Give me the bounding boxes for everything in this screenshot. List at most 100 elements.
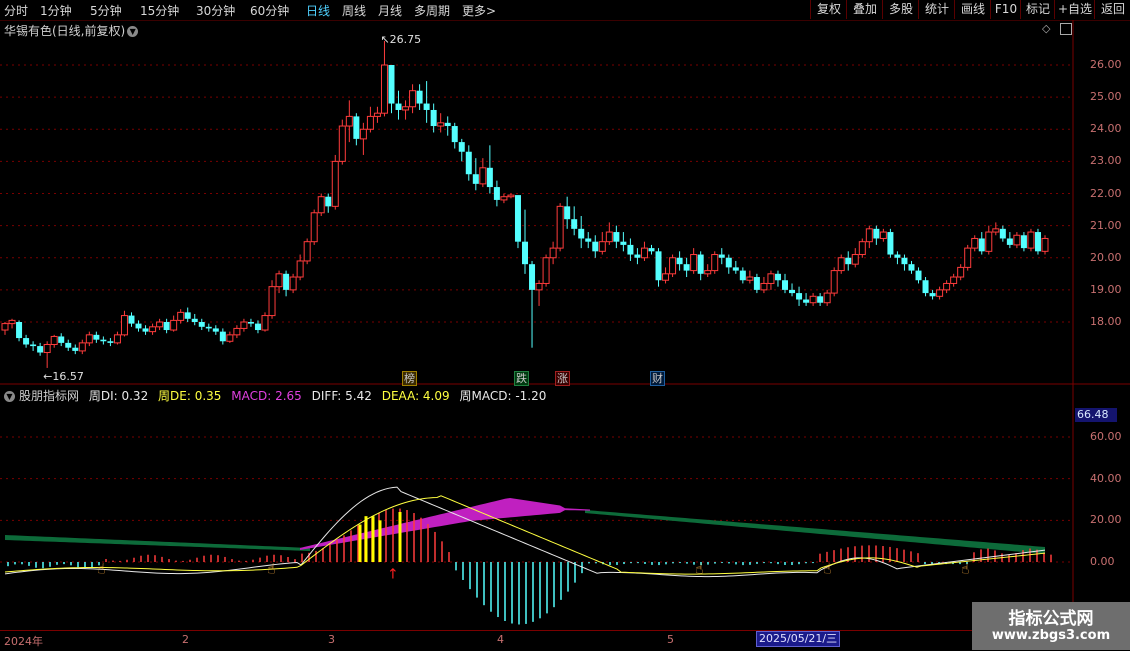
candle-body — [683, 264, 690, 271]
candle-body — [605, 231, 613, 243]
watermark: 指标公式网 www.zbgs3.com — [972, 602, 1130, 650]
indicator-chevron-icon[interactable]: ▼ — [4, 391, 15, 402]
indicator-current-value: 66.48 — [1075, 408, 1117, 422]
candle-body — [908, 264, 915, 271]
candle-body — [711, 254, 719, 272]
candle-body — [283, 273, 290, 290]
candle-body — [205, 326, 212, 329]
candle-body — [93, 334, 100, 340]
candle-body — [851, 254, 859, 265]
candlestick-chart[interactable]: ☝ ☝ ☝ ☝ ☝ ↑ — [0, 0, 1130, 650]
candle-body — [950, 276, 958, 284]
event-mark-text: 财 — [652, 372, 663, 385]
candle-body — [493, 187, 500, 200]
candle-body — [380, 64, 388, 114]
candle-body — [739, 270, 746, 281]
candle-body — [325, 196, 332, 207]
event-mark-text: 跌 — [516, 372, 527, 385]
macd-band-green-right — [585, 510, 1045, 554]
indicator-value-macd: MACD: 2.65 — [231, 389, 302, 403]
candle-body — [746, 276, 754, 281]
candle-body — [789, 289, 796, 294]
candle-body — [1, 323, 9, 331]
date-label: 5 — [667, 633, 674, 646]
candle-body — [817, 296, 824, 303]
candle-body — [465, 151, 472, 175]
event-mark-cai[interactable]: 财 — [650, 371, 665, 386]
indicator-name[interactable]: 股朋指标网 — [19, 389, 79, 403]
event-mark-die[interactable]: 跌 — [514, 371, 529, 386]
candle-body — [522, 241, 528, 265]
candle-body — [184, 312, 191, 319]
candle-body — [486, 167, 493, 188]
candle-body — [1013, 234, 1021, 246]
watermark-title: 指标公式网 — [1008, 609, 1094, 629]
candle-body — [514, 195, 521, 242]
candle-body — [395, 103, 402, 110]
price-tick-label: 23.00 — [1090, 154, 1122, 168]
candle-body — [135, 323, 142, 329]
event-mark-text: 榜 — [404, 372, 415, 385]
candle-body — [774, 273, 781, 281]
indicator-tick-label: 0.00 — [1090, 555, 1115, 568]
candle-body — [929, 293, 936, 297]
event-mark-bang[interactable]: 榜 — [402, 371, 417, 386]
candle-body — [142, 328, 149, 332]
candle-body — [479, 167, 487, 185]
candle-body — [1020, 235, 1027, 249]
event-mark-zhang[interactable]: 涨 — [555, 371, 570, 386]
indicator-value-zhoudi: 周DI: 0.32 — [88, 389, 149, 403]
candle-body — [796, 293, 803, 300]
candle-body — [500, 196, 508, 201]
candle-body — [887, 232, 894, 255]
candle-body — [1034, 232, 1041, 252]
candle-body — [529, 264, 536, 290]
candle-body — [809, 295, 817, 304]
candle-body — [704, 270, 712, 275]
high-price-label: ↖26.75 — [380, 33, 421, 46]
candle-body — [212, 328, 219, 332]
candle-body — [261, 315, 269, 331]
candle-body — [472, 174, 479, 184]
candle-body — [240, 321, 248, 329]
candle-body — [598, 241, 606, 252]
candle-body — [971, 237, 979, 249]
hand-pointer-icon: ☝ — [695, 561, 704, 577]
candle-body — [58, 336, 65, 343]
candle-body — [107, 341, 114, 343]
candle-body — [901, 257, 908, 265]
candle-body — [254, 323, 261, 331]
indicator-tick-label: 20.00 — [1090, 513, 1122, 527]
candle-body — [43, 343, 51, 354]
candle-body — [858, 241, 866, 256]
candle-body — [388, 65, 395, 104]
candle-body — [402, 106, 410, 111]
candle-body — [191, 318, 198, 322]
candle-body — [1006, 238, 1013, 245]
indicator-tick-label: 40.00 — [1090, 471, 1122, 485]
candle-body — [571, 219, 578, 229]
candle-body — [1027, 231, 1035, 249]
price-tick-label: 18.00 — [1090, 315, 1122, 328]
grid-layer — [0, 20, 1130, 650]
candle-body — [317, 196, 325, 214]
candle-body — [943, 282, 951, 291]
candle-body — [423, 103, 430, 110]
candle-body — [149, 326, 157, 333]
candle-body — [444, 122, 451, 127]
macd-band-green-left — [5, 535, 310, 551]
current-date-badge: 2025/05/21/三 — [756, 631, 841, 647]
candle-body — [549, 247, 557, 259]
candle-body — [85, 334, 93, 344]
indicator-value-zhoude: 周DE: 0.35 — [158, 389, 222, 403]
candle-body — [964, 247, 972, 268]
candle-body — [823, 292, 831, 304]
candle-body — [985, 231, 993, 252]
candle-body — [578, 228, 585, 239]
candle-body — [865, 228, 873, 243]
candle-body — [437, 122, 445, 127]
candle-body — [113, 334, 121, 344]
candle-body — [275, 273, 283, 288]
candle-body — [366, 115, 374, 130]
candle-body — [542, 257, 550, 284]
